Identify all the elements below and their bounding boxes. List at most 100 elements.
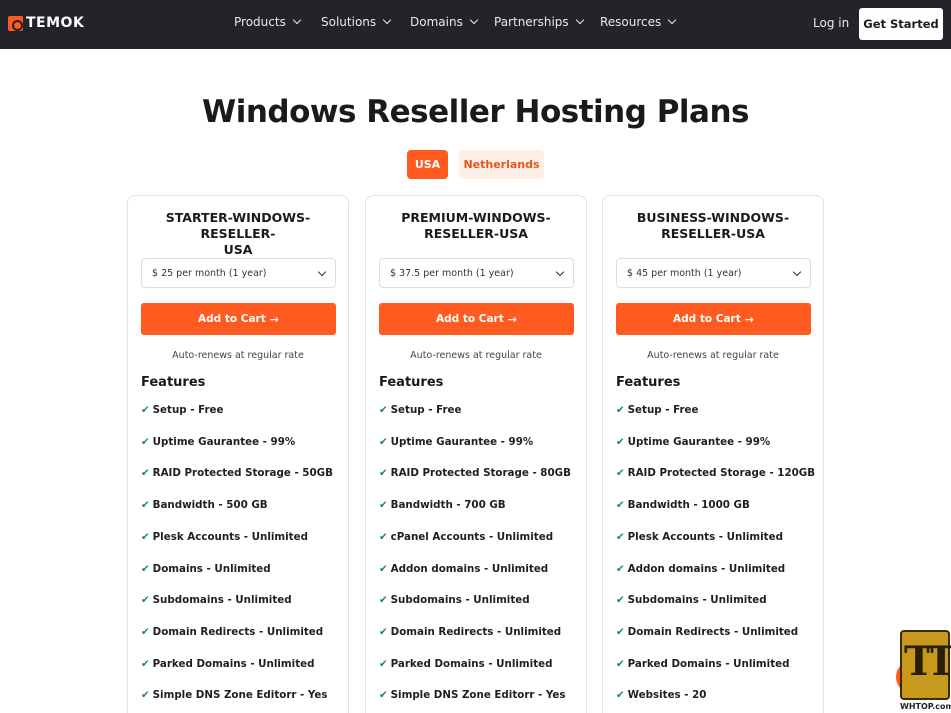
feature-text: Parked Domains - Unlimited [152, 657, 315, 670]
plan-title: BUSINESS-WINDOWS- RESELLER-USA [613, 210, 813, 242]
feature-item: ✔ Subdomains - Unlimited [379, 594, 530, 606]
features-heading: Features [141, 375, 206, 390]
feature-text: Setup - Free [152, 404, 224, 416]
feature-text: Bandwidth - 700 GB [390, 499, 506, 512]
feature-item: ✔ Domain Redirects - Unlimited [379, 626, 561, 638]
checkmark-icon: ✔ [616, 594, 625, 607]
temok-logo[interactable]: TEMOK [8, 15, 84, 31]
features-heading: Features [616, 375, 681, 390]
checkmark-icon: ✔ [616, 404, 625, 416]
feature-text: Domain Redirects - Unlimited [152, 625, 324, 638]
page-title: Windows Reseller Hosting Plans [202, 94, 749, 130]
auto-renew-note: Auto-renews at regular rate [647, 350, 779, 361]
feature-text: Domain Redirects - Unlimited [390, 625, 562, 638]
checkmark-icon: ✔ [141, 625, 150, 638]
checkmark-icon: ✔ [379, 467, 388, 480]
feature-text: Subdomains - Unlimited [390, 594, 530, 607]
checkmark-icon: ✔ [141, 530, 150, 543]
chevron-down-icon [575, 15, 584, 25]
login-link[interactable]: Log in [813, 16, 849, 30]
plan-title-line: RESELLER-USA [661, 226, 765, 241]
feature-item: ✔ Subdomains - Unlimited [616, 594, 767, 606]
nav-resources-label: Resources [600, 15, 662, 29]
checkmark-icon: ✔ [141, 404, 150, 416]
feature-item: ✔ Subdomains - Unlimited [141, 594, 292, 606]
feature-item: ✔ Parked Domains - Unlimited [616, 658, 789, 670]
checkmark-icon: ✔ [141, 689, 150, 702]
feature-item: ✔ cPanel Accounts - Unlimited [379, 531, 553, 543]
arrow-right-icon: → [269, 312, 279, 326]
nav-resources[interactable]: Resources [600, 15, 677, 29]
feature-text: Simple DNS Zone Editorr - Yes [390, 689, 566, 702]
feature-text: Addon domains - Unlimited [390, 562, 549, 575]
nav-partnerships[interactable]: Partnerships [494, 15, 584, 29]
chevron-down-icon [555, 267, 565, 277]
billing-cycle-select[interactable]: $ 25 per month (1 year) [141, 258, 336, 288]
checkmark-icon: ✔ [141, 467, 150, 480]
get-started-button[interactable]: Get Started [859, 8, 943, 40]
checkmark-icon: ✔ [616, 562, 625, 575]
tab-netherlands[interactable]: Netherlands [459, 150, 544, 179]
checkmark-icon: ✔ [616, 530, 625, 543]
feature-item: ✔ Setup - Free [379, 404, 462, 416]
feature-text: Subdomains - Unlimited [627, 594, 767, 607]
feature-item: ✔ Addon domains - Unlimited [616, 563, 785, 575]
feature-item: ✔ RAID Protected Storage - 50GB [141, 467, 333, 479]
checkmark-icon: ✔ [379, 625, 388, 638]
add-to-cart-label: Add to Cart [198, 313, 266, 325]
chevron-down-icon [469, 15, 479, 25]
plan-card: PREMIUM-WINDOWS- RESELLER-USA $ 37.5 per m… [365, 195, 587, 713]
feature-item: ✔ Uptime Gaurantee - 99% [616, 436, 770, 448]
feature-text: Uptime Gaurantee - 99% [152, 435, 296, 448]
chevron-down-icon [382, 15, 392, 25]
feature-text: RAID Protected Storage - 80GB [390, 467, 571, 480]
auto-renew-note: Auto-renews at regular rate [172, 350, 304, 361]
checkmark-icon: ✔ [379, 435, 388, 448]
feature-text: Parked Domains - Unlimited [627, 657, 790, 670]
billing-cycle-value: $ 25 per month (1 year) [152, 267, 267, 279]
feature-item: ✔ Parked Domains - Unlimited [141, 658, 314, 670]
billing-cycle-select[interactable]: $ 45 per month (1 year) [616, 258, 811, 288]
checkmark-icon: ✔ [379, 404, 388, 416]
feature-text: RAID Protected Storage - 50GB [152, 467, 333, 480]
feature-item: ✔ RAID Protected Storage - 80GB [379, 467, 571, 479]
feature-text: Uptime Gaurantee - 99% [390, 435, 534, 448]
billing-cycle-value: $ 37.5 per month (1 year) [390, 267, 514, 279]
feature-text: Websites - 20 [627, 689, 707, 702]
nav-solutions[interactable]: Solutions [321, 15, 392, 29]
feature-item: ✔ Uptime Gaurantee - 99% [141, 436, 295, 448]
tab-usa[interactable]: USA [407, 150, 448, 179]
feature-item: ✔ Bandwidth - 1000 GB [616, 499, 750, 511]
plan-title-line: RESELLER-USA [424, 226, 528, 241]
nav-partnerships-label: Partnerships [494, 15, 569, 29]
plan-title-line: USA [223, 242, 253, 257]
add-to-cart-button[interactable]: Add to Cart → [379, 303, 574, 335]
add-to-cart-label: Add to Cart [673, 313, 741, 325]
billing-cycle-select[interactable]: $ 37.5 per month (1 year) [379, 258, 574, 288]
feature-item: ✔ Plesk Accounts - Unlimited [141, 531, 308, 543]
feature-text: Parked Domains - Unlimited [390, 657, 553, 670]
feature-item: ✔ RAID Protected Storage - 120GB [616, 467, 815, 479]
checkmark-icon: ✔ [616, 689, 625, 702]
feature-text: Plesk Accounts - Unlimited [152, 530, 308, 543]
plan-card: BUSINESS-WINDOWS- RESELLER-USA $ 45 per mo… [602, 195, 824, 713]
nav-products[interactable]: Products [234, 15, 302, 29]
logo-text: TEMOK [26, 15, 85, 31]
feature-text: Addon domains - Unlimited [627, 562, 786, 575]
add-to-cart-button[interactable]: Add to Cart → [616, 303, 811, 335]
auto-renew-note: Auto-renews at regular rate [410, 350, 542, 361]
plan-title-line: PREMIUM-WINDOWS- [401, 210, 551, 225]
nav-solutions-label: Solutions [321, 15, 377, 29]
add-to-cart-label: Add to Cart [436, 313, 504, 325]
chevron-down-icon [792, 267, 802, 277]
checkmark-icon: ✔ [379, 530, 388, 543]
feature-item: ✔ Addon domains - Unlimited [379, 563, 548, 575]
checkmark-icon: ✔ [616, 435, 625, 448]
feature-text: Bandwidth - 1000 GB [627, 499, 750, 512]
feature-text: cPanel Accounts - Unlimited [390, 530, 554, 543]
nav-domains[interactable]: Domains [410, 15, 479, 29]
arrow-right-icon: → [507, 312, 517, 326]
add-to-cart-button[interactable]: Add to Cart → [141, 303, 336, 335]
feature-text: Simple DNS Zone Editorr - Yes [152, 689, 328, 702]
watermark-text: WHTOP.com [900, 702, 951, 711]
